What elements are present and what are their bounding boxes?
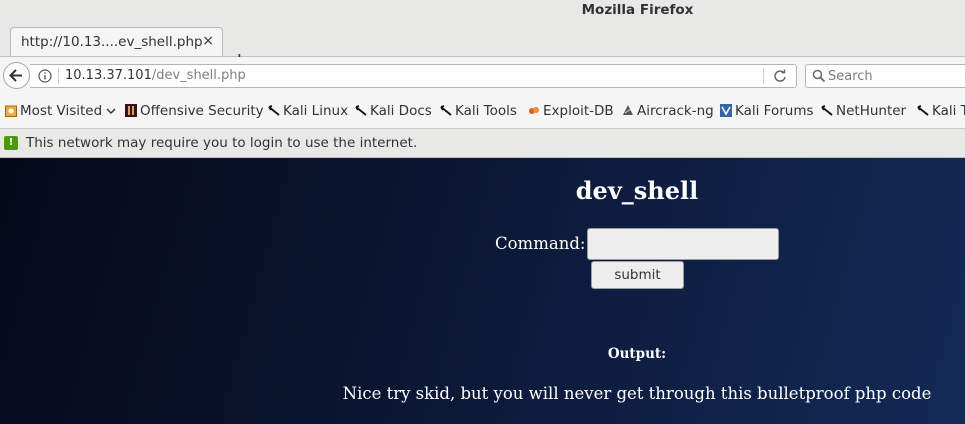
back-button[interactable] bbox=[3, 62, 30, 89]
bookmark-label: Offensive Security bbox=[140, 103, 264, 119]
output-text: Nice try skid, but you will never get th… bbox=[342, 384, 932, 403]
bookmark-label: NetHunter bbox=[836, 103, 907, 119]
tab-strip: http://10.13....ev_shell.php × + bbox=[0, 22, 965, 70]
kali-dragon-icon bbox=[917, 105, 929, 116]
chevron-down-icon bbox=[106, 108, 116, 114]
bookmark-label: Kali Linux bbox=[283, 103, 349, 119]
output-label: Output: bbox=[607, 346, 667, 362]
window-title: Mozilla Firefox bbox=[581, 2, 694, 18]
url-path: /dev_shell.php bbox=[151, 68, 246, 83]
url-bar[interactable]: 10.13.37.101/dev_shell.php bbox=[30, 64, 797, 88]
reload-icon[interactable] bbox=[773, 69, 787, 83]
site-info-icon[interactable] bbox=[38, 69, 52, 83]
bookmark-aircrack-ng[interactable]: Aircrack-ng bbox=[622, 103, 714, 119]
bookmark-kali-training[interactable]: Kali T bbox=[917, 103, 965, 119]
bookmark-kali-linux[interactable]: Kali Linux bbox=[268, 103, 348, 119]
search-input[interactable] bbox=[828, 67, 958, 85]
bookmark-label: Exploit-DB bbox=[543, 103, 614, 119]
captive-portal-notification[interactable]: ! This network may require you to login … bbox=[0, 129, 965, 158]
most-visited-icon bbox=[5, 105, 17, 117]
tab-close-icon[interactable]: × bbox=[202, 33, 214, 49]
notification-text: This network may require you to login to… bbox=[26, 135, 418, 151]
command-label: Command: bbox=[495, 234, 586, 253]
url-dropdown-separator bbox=[763, 68, 764, 84]
command-input[interactable] bbox=[587, 228, 779, 260]
bookmarks-toolbar: Most Visited Offensive Security Kali Lin… bbox=[0, 94, 965, 129]
bookmark-label: Kali Forums bbox=[735, 103, 814, 119]
navigation-toolbar: 10.13.37.101/dev_shell.php bbox=[0, 57, 965, 94]
bookmark-label: Kali Tools bbox=[455, 103, 517, 119]
bookmark-most-visited[interactable]: Most Visited bbox=[5, 103, 116, 119]
bookmark-label: Aircrack-ng bbox=[637, 103, 714, 119]
bookmark-label: Most Visited bbox=[20, 103, 103, 119]
url-separator bbox=[58, 68, 59, 84]
tab-title: http://10.13....ev_shell.php bbox=[21, 34, 203, 50]
submit-button[interactable]: submit bbox=[591, 261, 684, 289]
page-title: dev_shell bbox=[575, 176, 699, 205]
kali-dragon-icon bbox=[355, 105, 367, 116]
browser-tab[interactable]: http://10.13....ev_shell.php × bbox=[10, 27, 223, 56]
kali-dragon-icon bbox=[821, 105, 833, 116]
exploit-db-icon bbox=[529, 107, 539, 114]
offsec-icon bbox=[125, 104, 137, 117]
bookmark-nethunter[interactable]: NetHunter bbox=[821, 103, 906, 119]
kali-forums-icon bbox=[720, 104, 732, 117]
bookmark-label: Kali T bbox=[932, 103, 965, 119]
url-text[interactable]: 10.13.37.101/dev_shell.php bbox=[65, 68, 246, 83]
bookmark-kali-tools[interactable]: Kali Tools bbox=[440, 103, 517, 119]
window-titlebar: Mozilla Firefox bbox=[0, 0, 965, 22]
page-content: dev_shell Command: submit Output: Nice t… bbox=[0, 158, 965, 424]
kali-dragon-icon bbox=[440, 105, 452, 116]
search-bar[interactable] bbox=[805, 64, 965, 88]
back-arrow-icon bbox=[9, 69, 22, 82]
bookmark-offensive-security[interactable]: Offensive Security bbox=[125, 103, 264, 119]
aircrack-icon bbox=[623, 105, 633, 115]
bookmark-kali-docs[interactable]: Kali Docs bbox=[355, 103, 432, 119]
bookmark-kali-forums[interactable]: Kali Forums bbox=[720, 103, 814, 119]
bookmark-exploit-db[interactable]: Exploit-DB bbox=[528, 103, 614, 119]
network-notice-icon: ! bbox=[4, 136, 18, 150]
search-icon bbox=[812, 69, 826, 83]
kali-dragon-icon bbox=[268, 105, 280, 116]
url-host: 10.13.37.101 bbox=[65, 68, 152, 83]
bookmark-label: Kali Docs bbox=[370, 103, 432, 119]
